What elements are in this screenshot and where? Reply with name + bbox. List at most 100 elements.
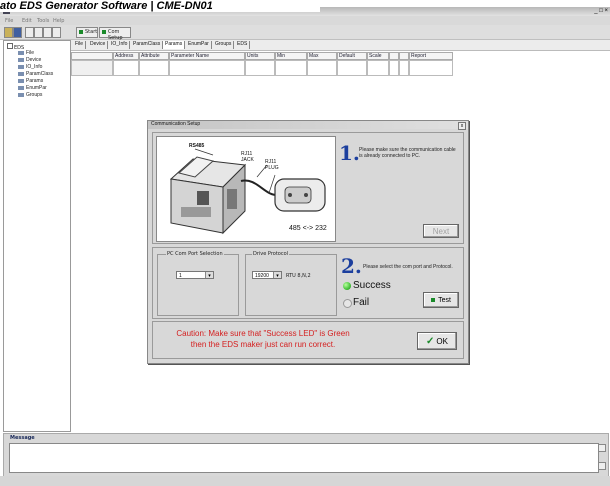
dialog-title: Communication Setup [151,121,201,127]
table-row-cell[interactable] [113,60,139,76]
tab-groups[interactable]: Groups [213,41,235,49]
com-setup-button[interactable]: Com Setup [99,27,131,41]
table-row-cell[interactable] [337,60,367,76]
column-header-min[interactable]: Min [275,52,307,60]
drive-protocol-legend: Drive Protocol [252,251,290,257]
table-row-cell[interactable] [71,60,113,76]
status-bar [0,476,610,486]
column-header-scale[interactable]: Scale [367,52,389,60]
step2-panel: PC Com Port Selection 1 ▾ Drive Protocol… [152,247,464,319]
chevron-down-icon[interactable]: ▾ [205,272,213,279]
scroll-down-icon[interactable] [598,462,606,470]
start-button[interactable]: Start [76,27,98,38]
ok-button[interactable]: ✓ OK [417,332,457,350]
drive-protocol-select[interactable]: 19200 ▾ [252,271,282,279]
tree-expand-icon[interactable] [7,43,13,49]
column-header-extra-2[interactable] [399,52,409,60]
column-header-attribute[interactable]: Attribute [139,52,169,60]
column-header-max[interactable]: Max [307,52,337,60]
menu-edit[interactable]: Edit [22,18,32,24]
drive-protocol-group: Drive Protocol 19200 ▾ RTU 8,N,2 [245,251,337,316]
tab-paramclass[interactable]: ParamClass [131,41,164,49]
table-row-cell[interactable] [139,60,169,76]
tab-strip: File Device IO_Info ParamClass Params En… [71,40,610,51]
menu-tools[interactable]: Tools [37,18,49,24]
communication-setup-dialog: Communication Setup x RS485 RJ11 JACK RJ… [147,120,469,364]
tree-item-enumpar[interactable]: EnumPar [18,85,47,91]
step2-text: Please select the com port and Protocol. [363,264,453,270]
table-row-cell[interactable] [275,60,307,76]
copy-icon[interactable] [34,27,43,38]
tree-item-paramclass[interactable]: ParamClass [18,71,53,77]
ok-label: OK [436,336,448,346]
fail-led-icon [343,299,352,308]
menu-file[interactable]: File [5,18,13,24]
table-row-cell[interactable] [409,60,453,76]
column-header-default[interactable]: Default [337,52,367,60]
tab-params[interactable]: Params [163,41,186,49]
step1-number: 1. [339,141,360,165]
tree-item-io-info[interactable]: IO_Info [18,64,42,70]
column-header-units[interactable]: Units [245,52,275,60]
chevron-down-icon[interactable]: ▾ [273,272,281,279]
menu-bar: File Edit Tools Help [0,16,610,25]
checkmark-icon: ✓ [426,335,435,347]
eds-tree: EDS File Device IO_Info ParamClass Param… [3,40,71,432]
toolbar: Start Com Setup [0,25,610,41]
paste-icon[interactable] [43,27,52,38]
com-port-group: PC Com Port Selection 1 ▾ [157,251,239,316]
rs485-label: RS485 [189,143,205,149]
test-button[interactable]: Test [423,292,459,308]
conversion-label: 485 <-> 232 [289,225,327,232]
table-row-cell[interactable] [245,60,275,76]
menu-help[interactable]: Help [53,18,64,24]
column-header-blank [71,52,113,60]
column-header-extra-1[interactable] [389,52,399,60]
start-label: Start [85,29,98,35]
tab-io-info[interactable]: IO_Info [109,41,131,49]
open-icon[interactable] [4,27,13,38]
com-port-select[interactable]: 1 ▾ [176,271,214,279]
step1-panel: RS485 RJ11 JACK RJ11 PLUG 485 <-> 232 1.… [152,132,464,244]
table-row-cell[interactable] [399,60,409,76]
rj11-plug-label: RJ11 PLUG [265,159,279,171]
test-label: Test [438,296,451,304]
table-row-cell[interactable] [389,60,399,76]
tab-enumpar[interactable]: EnumPar [186,41,212,49]
drive-protocol-suffix: RTU 8,N,2 [286,273,311,279]
tab-file[interactable]: File [73,41,87,49]
tab-eds[interactable]: EDS [235,41,251,49]
success-led-icon [343,282,351,290]
save-icon[interactable] [13,27,22,38]
drive-protocol-value: 19200 [255,273,269,279]
page-caption: ato EDS Generator Software | CME-DN01 [0,0,320,12]
step1-text: Please make sure the communication cable… [359,147,456,159]
dialog-title-bar: Communication Setup [148,121,468,129]
tree-item-file[interactable]: File [18,50,34,56]
table-row-cell[interactable] [169,60,245,76]
tree-item-device[interactable]: Device [18,57,41,63]
message-label: Message [10,435,35,441]
column-header-report[interactable]: Report [409,52,453,60]
scroll-up-icon[interactable] [598,444,606,452]
next-button[interactable]: Next [423,224,459,238]
caution-line-2: then the EDS maker just can run correct. [190,340,336,349]
tab-device[interactable]: Device [88,41,109,49]
step2-number: 2. [341,254,362,278]
tree-item-params[interactable]: Params [18,78,43,84]
window-controls[interactable]: _ □ × [594,8,608,14]
message-textbox[interactable] [9,443,599,473]
column-header-parameter-name[interactable]: Parameter Name [169,52,245,60]
tree-item-groups[interactable]: Groups [18,92,42,98]
caution-panel: Caution: Make sure that "Success LED" is… [152,321,464,359]
new-icon[interactable] [25,27,34,38]
print-icon[interactable] [52,27,61,38]
column-header-address[interactable]: Address [113,52,139,60]
com-port-value: 1 [179,273,182,279]
table-row-cell[interactable] [307,60,337,76]
start-icon [79,30,83,34]
success-label: Success [353,280,391,291]
test-icon [431,298,436,302]
dialog-close-button[interactable]: x [458,122,466,130]
table-row-cell[interactable] [367,60,389,76]
